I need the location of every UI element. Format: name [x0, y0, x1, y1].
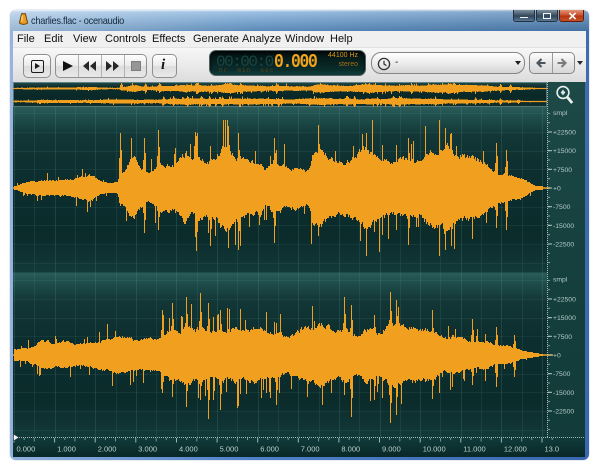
svg-text:10.000: 10.000: [423, 445, 446, 454]
svg-text:+7500: +7500: [553, 334, 572, 341]
svg-text:3.000: 3.000: [138, 445, 157, 454]
svg-text:13.0: 13.0: [545, 445, 560, 454]
svg-text:4.000: 4.000: [179, 445, 198, 454]
svg-text:7.000: 7.000: [301, 445, 320, 454]
svg-text:-15000: -15000: [553, 223, 574, 230]
svg-text:+22500: +22500: [553, 130, 576, 137]
svg-text:-7500: -7500: [553, 371, 571, 378]
svg-text:+22500: +22500: [553, 297, 576, 304]
svg-text:6.000: 6.000: [260, 445, 279, 454]
svg-text:1.000: 1.000: [57, 445, 76, 454]
svg-text:12.000: 12.000: [504, 445, 527, 454]
svg-text:8.000: 8.000: [341, 445, 360, 454]
svg-text:11.000: 11.000: [463, 445, 485, 454]
svg-text:0.000: 0.000: [17, 445, 36, 454]
svg-text:5.000: 5.000: [220, 445, 239, 454]
svg-text:+15000: +15000: [553, 315, 576, 322]
svg-text:smpl: smpl: [553, 110, 568, 117]
svg-text:9.000: 9.000: [382, 445, 401, 454]
svg-text:smpl: smpl: [553, 277, 568, 284]
svg-text:2.000: 2.000: [98, 445, 117, 454]
svg-text:-22500: -22500: [553, 409, 574, 416]
svg-text:+0: +0: [553, 353, 561, 360]
svg-text:-22500: -22500: [553, 242, 574, 249]
svg-text:+0: +0: [553, 186, 561, 193]
svg-text:-7500: -7500: [553, 204, 571, 211]
svg-text:+15000: +15000: [553, 148, 576, 155]
svg-text:+7500: +7500: [553, 167, 572, 174]
svg-text:-15000: -15000: [553, 390, 574, 397]
